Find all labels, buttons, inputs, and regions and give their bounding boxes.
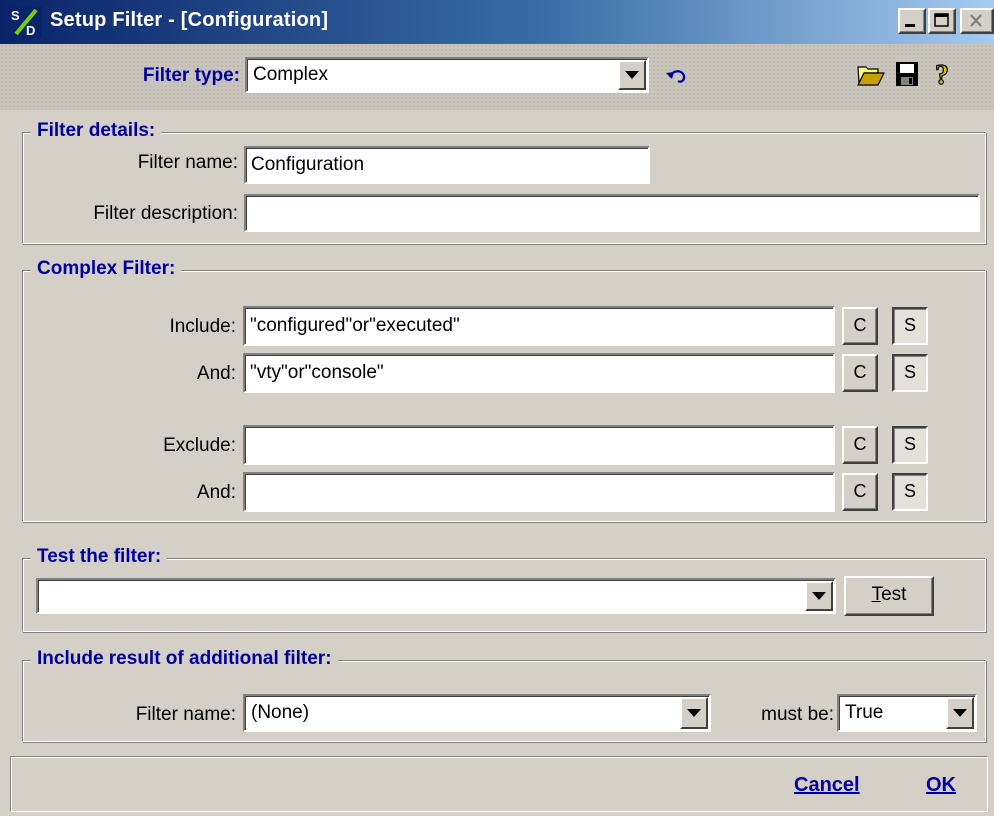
additional-filter-name-select[interactable]: (None) [243, 694, 711, 732]
must-be-dropdown-button[interactable] [946, 697, 974, 729]
chevron-down-icon [953, 709, 967, 717]
complex-row-label: Include: [169, 316, 236, 337]
exclude-s-button[interactable]: S [892, 426, 928, 464]
minimize-button[interactable] [898, 8, 926, 34]
undo-icon[interactable] [662, 61, 692, 91]
cancel-button[interactable]: Cancel [794, 774, 860, 797]
test-button-mnemonic: T [871, 584, 882, 605]
include-and-input[interactable]: "vty"or"console" [243, 353, 835, 393]
chevron-down-icon [687, 709, 701, 717]
complex-filter-title: Complex Filter: [31, 258, 182, 280]
additional-filter-title: Include result of additional filter: [31, 648, 338, 670]
title-bar[interactable]: S D Setup Filter - [Configuration] [0, 0, 994, 44]
exclude-and-c-button[interactable]: C [842, 473, 878, 511]
must-be-value: True [845, 702, 884, 723]
exclude-and-input[interactable] [243, 472, 835, 512]
svg-text:D: D [26, 23, 35, 38]
include-s-button[interactable]: S [892, 307, 928, 345]
must-be-select[interactable]: True [837, 694, 977, 732]
test-filter-title: Test the filter: [31, 546, 168, 568]
test-button[interactable]: Test [844, 576, 934, 616]
include-and-s-button[interactable]: S [892, 354, 928, 392]
test-dropdown-button[interactable] [805, 581, 833, 611]
include-and-value: "vty"or"console" [250, 362, 384, 383]
exclude-and-s-button[interactable]: S [892, 473, 928, 511]
folder-open-icon[interactable] [856, 59, 886, 89]
additional-filter-name-label: Filter name: [135, 704, 236, 725]
additional-filter-name-dropdown-button[interactable] [680, 697, 708, 729]
maximize-button[interactable] [928, 8, 956, 34]
filter-description-label: Filter description: [93, 203, 238, 224]
floppy-save-icon[interactable] [892, 59, 922, 89]
filter-type-label: Filter type: [142, 65, 240, 86]
test-button-rest: est [881, 584, 907, 605]
complex-row-label: And: [196, 363, 236, 384]
test-input-select[interactable] [36, 578, 836, 614]
complex-row-label: And: [196, 482, 236, 503]
include-value: "configured"or"executed" [250, 315, 460, 336]
filter-type-dropdown-button[interactable] [618, 60, 646, 90]
filter-name-value: Configuration [251, 154, 365, 175]
filter-type-value: Complex [253, 64, 328, 85]
filter-details-title: Filter details: [31, 120, 162, 142]
complex-row-label: Exclude: [163, 435, 236, 456]
sd-app-icon[interactable]: S D [8, 6, 42, 38]
window-title: Setup Filter - [Configuration] [50, 9, 329, 31]
svg-text:S: S [11, 8, 20, 23]
additional-filter-name-value: (None) [251, 702, 310, 723]
include-input[interactable]: "configured"or"executed" [243, 306, 835, 346]
filter-toolbar: Filter type: Complex ? [0, 44, 994, 110]
exclude-c-button[interactable]: C [842, 426, 878, 464]
help-question-icon[interactable]: ? [928, 59, 958, 89]
chevron-down-icon [625, 71, 639, 79]
must-be-label: must be: [761, 704, 834, 725]
filter-description-input[interactable] [244, 194, 980, 232]
chevron-down-icon [812, 592, 826, 600]
include-and-c-button[interactable]: C [842, 354, 878, 392]
filter-type-select[interactable]: Complex [245, 57, 649, 93]
ok-button[interactable]: OK [926, 774, 956, 797]
svg-text:?: ? [935, 60, 949, 89]
include-c-button[interactable]: C [842, 307, 878, 345]
setup-filter-window: S D Setup Filter - [Configuration] Filte… [0, 0, 994, 816]
filter-name-input[interactable]: Configuration [244, 146, 650, 184]
filter-name-label: Filter name: [137, 152, 238, 173]
exclude-input[interactable] [243, 425, 835, 465]
close-button[interactable] [960, 8, 994, 34]
